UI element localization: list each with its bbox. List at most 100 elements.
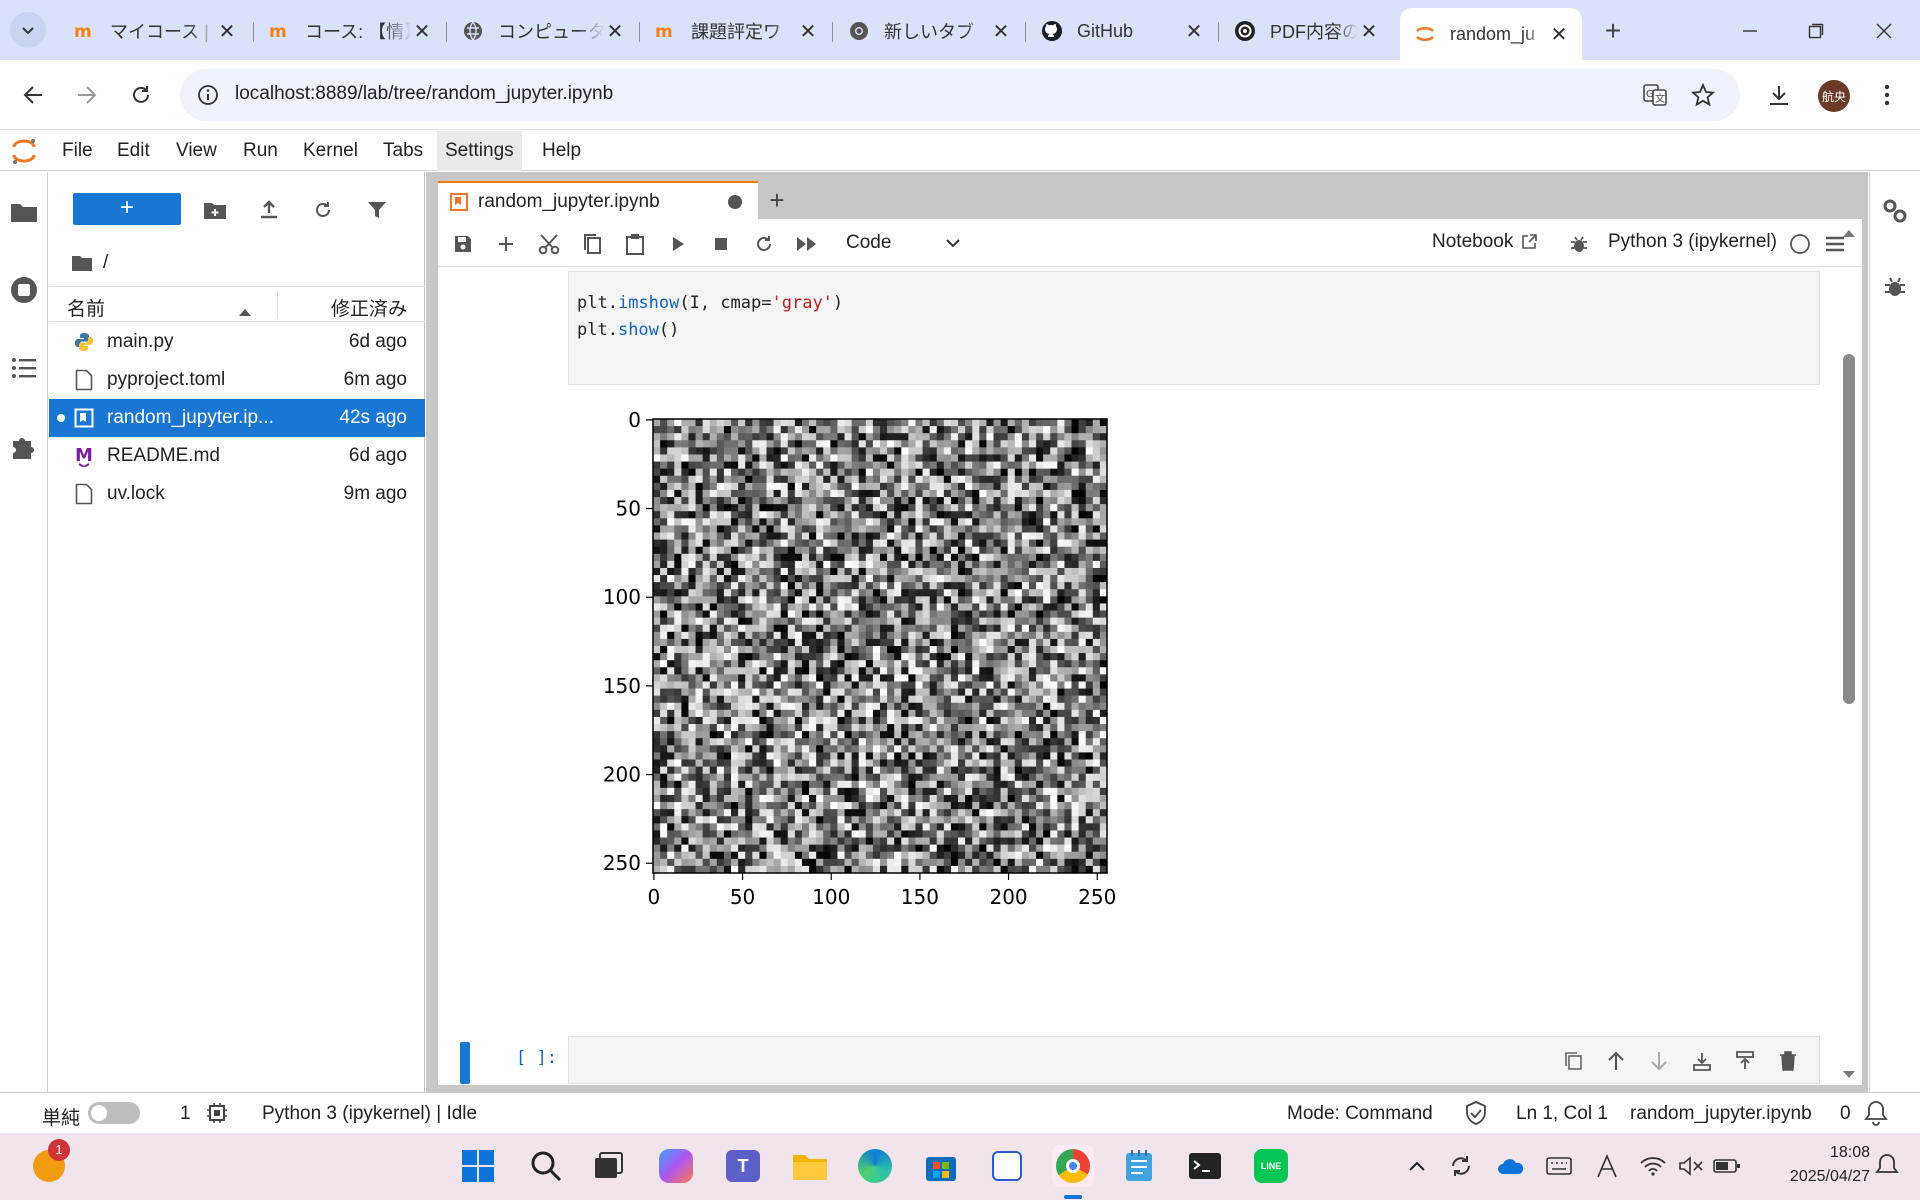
code-cell-input[interactable]: plt.imshow(I, cmap='gray') plt.show()	[568, 271, 1820, 385]
avatar[interactable]: 航央	[1818, 80, 1850, 112]
minimize-button[interactable]	[1730, 14, 1770, 48]
notebook-tab[interactable]: random_jupyter.ipynb	[438, 181, 758, 221]
tab-search-button[interactable]	[10, 12, 46, 48]
terminal-icon[interactable]	[1184, 1145, 1226, 1187]
edge-icon[interactable]	[854, 1145, 896, 1187]
store-icon[interactable]	[920, 1145, 962, 1187]
scrollbar-thumb[interactable]	[1843, 354, 1855, 704]
move-down-icon[interactable]	[1646, 1048, 1672, 1074]
browser-tab-6[interactable]: GitHub ✕	[1027, 10, 1217, 52]
chevron-up-icon[interactable]	[1396, 1145, 1438, 1187]
menu-tabs[interactable]: Tabs	[375, 131, 431, 171]
cell-type-dropdown[interactable]: Code	[838, 227, 968, 259]
terminal-count[interactable]: 1	[180, 1103, 191, 1125]
restart-kernel-icon[interactable]	[751, 231, 777, 257]
ime-mode-icon[interactable]	[1586, 1145, 1628, 1187]
menu-edit[interactable]: Edit	[109, 131, 158, 171]
insert-above-icon[interactable]	[1689, 1048, 1715, 1074]
table-of-contents-icon[interactable]	[8, 352, 40, 384]
browser-tab-3[interactable]: コンピュータビ ✕	[448, 10, 638, 52]
sync-icon[interactable]	[1440, 1145, 1482, 1187]
upload-icon[interactable]	[255, 196, 283, 224]
debugger-icon[interactable]	[1566, 231, 1592, 257]
restore-button[interactable]	[1796, 14, 1836, 48]
close-window-button[interactable]	[1864, 14, 1904, 48]
teams-icon[interactable]: T	[722, 1145, 764, 1187]
browser-tab-4[interactable]: m 課題評定ワ ✕	[641, 10, 831, 52]
duplicate-cell-icon[interactable]	[1560, 1048, 1586, 1074]
kernel-status[interactable]: Python 3 (ipykernel) | Idle	[262, 1103, 477, 1125]
forward-button[interactable]	[68, 76, 106, 114]
close-icon[interactable]: ✕	[216, 19, 238, 44]
running-sessions-icon[interactable]	[8, 274, 40, 306]
new-tab-button[interactable]: +	[758, 181, 796, 219]
close-icon[interactable]: ✕	[1183, 19, 1205, 44]
run-icon[interactable]	[665, 231, 691, 257]
scroll-up-arrow-icon[interactable]	[1842, 225, 1856, 243]
save-icon[interactable]	[450, 231, 476, 257]
close-icon[interactable]: ✕	[990, 19, 1012, 44]
cut-icon[interactable]	[536, 231, 562, 257]
mode-status[interactable]: Mode: Command	[1287, 1103, 1433, 1125]
kernel-chip-icon[interactable]	[206, 1102, 228, 1130]
refresh-icon[interactable]	[309, 196, 337, 224]
battery-icon[interactable]	[1706, 1145, 1748, 1187]
task-view-icon[interactable]	[587, 1145, 629, 1187]
translate-icon[interactable]: G文	[1642, 82, 1668, 108]
property-inspector-icon[interactable]	[1880, 196, 1910, 226]
open-in-notebook-button[interactable]: Notebook	[1432, 231, 1538, 253]
close-icon[interactable]: ✕	[604, 19, 626, 44]
browser-tab-5[interactable]: 新しいタブ ✕	[834, 10, 1024, 52]
simple-mode-toggle[interactable]	[88, 1102, 140, 1124]
fast-forward-icon[interactable]	[794, 231, 820, 257]
more-menu-icon[interactable]	[1872, 78, 1902, 112]
browser-tab-1[interactable]: m マイコース | S ✕	[60, 10, 250, 52]
app-icon[interactable]	[986, 1145, 1028, 1187]
unsaved-dot-icon[interactable]	[728, 195, 742, 209]
insert-cell-icon[interactable]	[493, 231, 519, 257]
wifi-icon[interactable]	[1632, 1145, 1674, 1187]
keyboard-icon[interactable]	[1538, 1145, 1580, 1187]
back-button[interactable]	[14, 76, 52, 114]
file-row-readme[interactable]: M README.md 6d ago	[49, 437, 425, 475]
new-launcher-button[interactable]: +	[73, 193, 181, 225]
browser-tab-active[interactable]: random_ju ✕	[1400, 8, 1582, 60]
new-tab-button[interactable]: +	[1596, 14, 1630, 48]
start-button-icon[interactable]	[457, 1145, 499, 1187]
cursor-position[interactable]: Ln 1, Col 1	[1516, 1103, 1608, 1125]
scroll-down-arrow-icon[interactable]	[1842, 1067, 1856, 1085]
close-icon[interactable]: ✕	[1358, 19, 1380, 44]
address-bar[interactable]: localhost:8889/lab/tree/random_jupyter.i…	[180, 69, 1740, 121]
menu-help[interactable]: Help	[534, 131, 589, 171]
close-icon[interactable]: ✕	[797, 19, 819, 44]
folder-icon[interactable]	[8, 196, 40, 228]
file-row-pyproject[interactable]: pyproject.toml 6m ago	[49, 361, 425, 399]
stop-icon[interactable]	[708, 231, 734, 257]
bell-icon[interactable]	[1864, 1100, 1888, 1132]
insert-below-icon[interactable]	[1732, 1048, 1758, 1074]
chrome-taskbar-icon[interactable]	[1052, 1145, 1094, 1187]
file-row-uvlock[interactable]: uv.lock 9m ago	[49, 475, 425, 513]
empty-code-cell[interactable]: [ ]:	[438, 1034, 1862, 1084]
menu-settings[interactable]: Settings	[437, 131, 522, 171]
menu-kernel[interactable]: Kernel	[295, 131, 366, 171]
search-icon[interactable]	[525, 1145, 567, 1187]
copy-icon[interactable]	[579, 231, 605, 257]
menu-view[interactable]: View	[168, 131, 225, 171]
reload-button[interactable]	[122, 76, 160, 114]
sort-ascending-icon[interactable]	[239, 300, 251, 322]
breadcrumb-path[interactable]: /	[103, 252, 108, 274]
file-row-notebook[interactable]: random_jupyter.ip... 42s ago	[49, 399, 425, 437]
cell-editor[interactable]	[568, 1036, 1820, 1084]
extensions-icon[interactable]	[8, 430, 40, 462]
bookmark-star-icon[interactable]	[1690, 82, 1716, 108]
shield-check-icon[interactable]	[1465, 1101, 1487, 1131]
notepad-icon[interactable]	[1118, 1145, 1160, 1187]
browser-tab-7[interactable]: PDF内容の ✕	[1220, 10, 1392, 52]
column-name-header[interactable]: 名前	[67, 294, 105, 321]
paste-icon[interactable]	[622, 231, 648, 257]
menu-run[interactable]: Run	[235, 131, 286, 171]
file-explorer-icon[interactable]	[789, 1145, 831, 1187]
menu-file[interactable]: File	[54, 131, 101, 171]
move-up-icon[interactable]	[1603, 1048, 1629, 1074]
